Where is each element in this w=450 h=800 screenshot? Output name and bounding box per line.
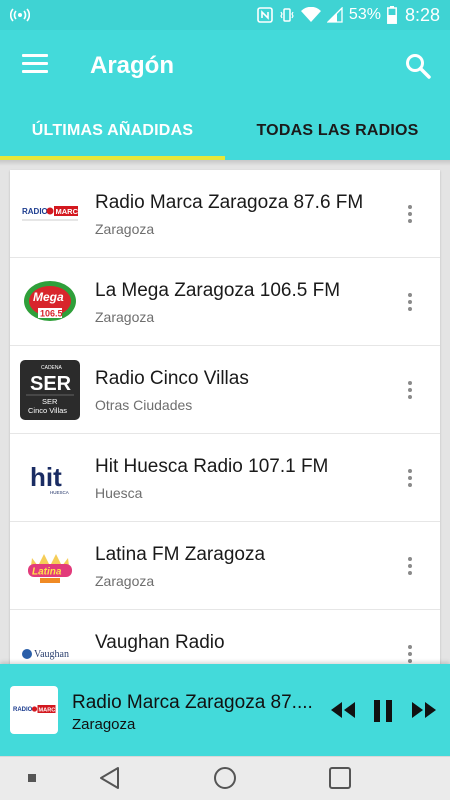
cell-signal-icon bbox=[326, 7, 343, 23]
more-options-icon[interactable] bbox=[398, 554, 422, 578]
rewind-icon[interactable] bbox=[330, 701, 356, 719]
radio-marca-logo: RADIO MARCA bbox=[20, 184, 80, 244]
svg-text:106.5: 106.5 bbox=[40, 309, 63, 319]
now-playing-city: Zaragoza bbox=[72, 716, 136, 733]
radio-marca-logo: RADIO MARCA bbox=[10, 686, 58, 734]
recent-dot-icon[interactable] bbox=[28, 774, 36, 782]
pause-icon[interactable] bbox=[372, 699, 394, 723]
station-city: Zaragoza bbox=[95, 221, 155, 237]
tab-label: TODAS LAS RADIOS bbox=[256, 122, 419, 139]
station-name: Latina FM Zaragoza bbox=[95, 544, 266, 565]
more-options-icon[interactable] bbox=[398, 378, 422, 402]
status-bar: 53% 8:28 bbox=[0, 0, 450, 30]
svg-text:HUESCA: HUESCA bbox=[50, 490, 69, 495]
battery-icon bbox=[387, 6, 397, 24]
list-item[interactable]: hit HUESCA Hit Huesca Radio 107.1 FM Hue… bbox=[10, 434, 440, 522]
svg-text:MARCA: MARCA bbox=[39, 707, 57, 713]
station-name: La Mega Zaragoza 106.5 FM bbox=[95, 280, 341, 301]
svg-text:RADIO: RADIO bbox=[13, 707, 33, 713]
station-name: Vaughan Radio bbox=[95, 632, 225, 653]
clock: 8:28 bbox=[404, 4, 440, 25]
menu-icon[interactable] bbox=[22, 54, 48, 76]
tab-shadow bbox=[0, 160, 450, 166]
svg-text:SER: SER bbox=[30, 373, 72, 395]
home-icon[interactable] bbox=[213, 766, 237, 790]
now-playing-title: Radio Marca Zaragoza 87.... bbox=[72, 692, 313, 713]
wifi-icon bbox=[300, 7, 321, 22]
list-item[interactable]: Mega 106.5 La Mega Zaragoza 106.5 FM Zar… bbox=[10, 258, 440, 346]
tab-bar: ÚLTIMAS AÑADIDAS TODAS LAS RADIOS bbox=[0, 102, 450, 160]
now-playing-bar[interactable]: RADIO MARCA Radio Marca Zaragoza 87.... … bbox=[0, 664, 450, 756]
list-item[interactable]: RADIO MARCA Radio Marca Zaragoza 87.6 FM… bbox=[10, 170, 440, 258]
tab-ultimas-anadidas[interactable]: ÚLTIMAS AÑADIDAS bbox=[0, 102, 225, 160]
svg-text:SER: SER bbox=[42, 397, 58, 406]
app-bar: Aragón bbox=[0, 30, 450, 102]
svg-text:Cinco Villas: Cinco Villas bbox=[28, 406, 67, 415]
svg-text:RADIO: RADIO bbox=[22, 207, 48, 216]
svg-text:MARCA: MARCA bbox=[56, 207, 80, 216]
station-name: Radio Marca Zaragoza 87.6 FM bbox=[95, 192, 364, 213]
more-options-icon[interactable] bbox=[398, 202, 422, 226]
system-navigation-bar bbox=[0, 756, 450, 800]
svg-text:Latina: Latina bbox=[32, 567, 62, 578]
fast-forward-icon[interactable] bbox=[411, 701, 437, 719]
hit-logo: hit HUESCA bbox=[20, 448, 80, 508]
list-item[interactable]: Vaughan Vaughan Radio bbox=[10, 610, 440, 664]
station-name: Hit Huesca Radio 107.1 FM bbox=[95, 456, 329, 477]
back-icon[interactable] bbox=[98, 766, 120, 790]
station-city: Otras Ciudades bbox=[95, 397, 193, 413]
list-item[interactable]: CADENA SER SER Cinco Villas Radio Cinco … bbox=[10, 346, 440, 434]
la-mega-logo: Mega 106.5 bbox=[20, 272, 80, 332]
overview-icon[interactable] bbox=[329, 767, 351, 789]
svg-text:Vaughan: Vaughan bbox=[34, 649, 69, 660]
svg-text:CADENA: CADENA bbox=[41, 365, 63, 371]
station-list[interactable]: RADIO MARCA Radio Marca Zaragoza 87.6 FM… bbox=[10, 170, 440, 664]
station-city: Zaragoza bbox=[95, 309, 155, 325]
tab-label: ÚLTIMAS AÑADIDAS bbox=[31, 122, 194, 139]
nfc-icon bbox=[257, 7, 273, 23]
more-options-icon[interactable] bbox=[398, 642, 422, 664]
radio-signal-icon bbox=[10, 8, 30, 22]
page-title: Aragón bbox=[90, 52, 174, 79]
station-name: Radio Cinco Villas bbox=[95, 368, 249, 389]
vaughan-logo: Vaughan bbox=[20, 624, 80, 664]
vibrate-icon bbox=[280, 8, 294, 22]
svg-text:hit: hit bbox=[30, 462, 62, 492]
svg-text:Mega: Mega bbox=[33, 290, 64, 304]
list-item[interactable]: Latina Latina FM Zaragoza Zaragoza bbox=[10, 522, 440, 610]
battery-percent: 53% bbox=[348, 6, 381, 23]
more-options-icon[interactable] bbox=[398, 466, 422, 490]
more-options-icon[interactable] bbox=[398, 290, 422, 314]
ser-logo: CADENA SER SER Cinco Villas bbox=[20, 360, 80, 420]
search-icon[interactable] bbox=[404, 52, 432, 80]
tab-todas-las-radios[interactable]: TODAS LAS RADIOS bbox=[225, 102, 450, 160]
station-city: Zaragoza bbox=[95, 573, 155, 589]
latina-logo: Latina bbox=[20, 536, 80, 596]
station-city: Huesca bbox=[95, 485, 143, 501]
